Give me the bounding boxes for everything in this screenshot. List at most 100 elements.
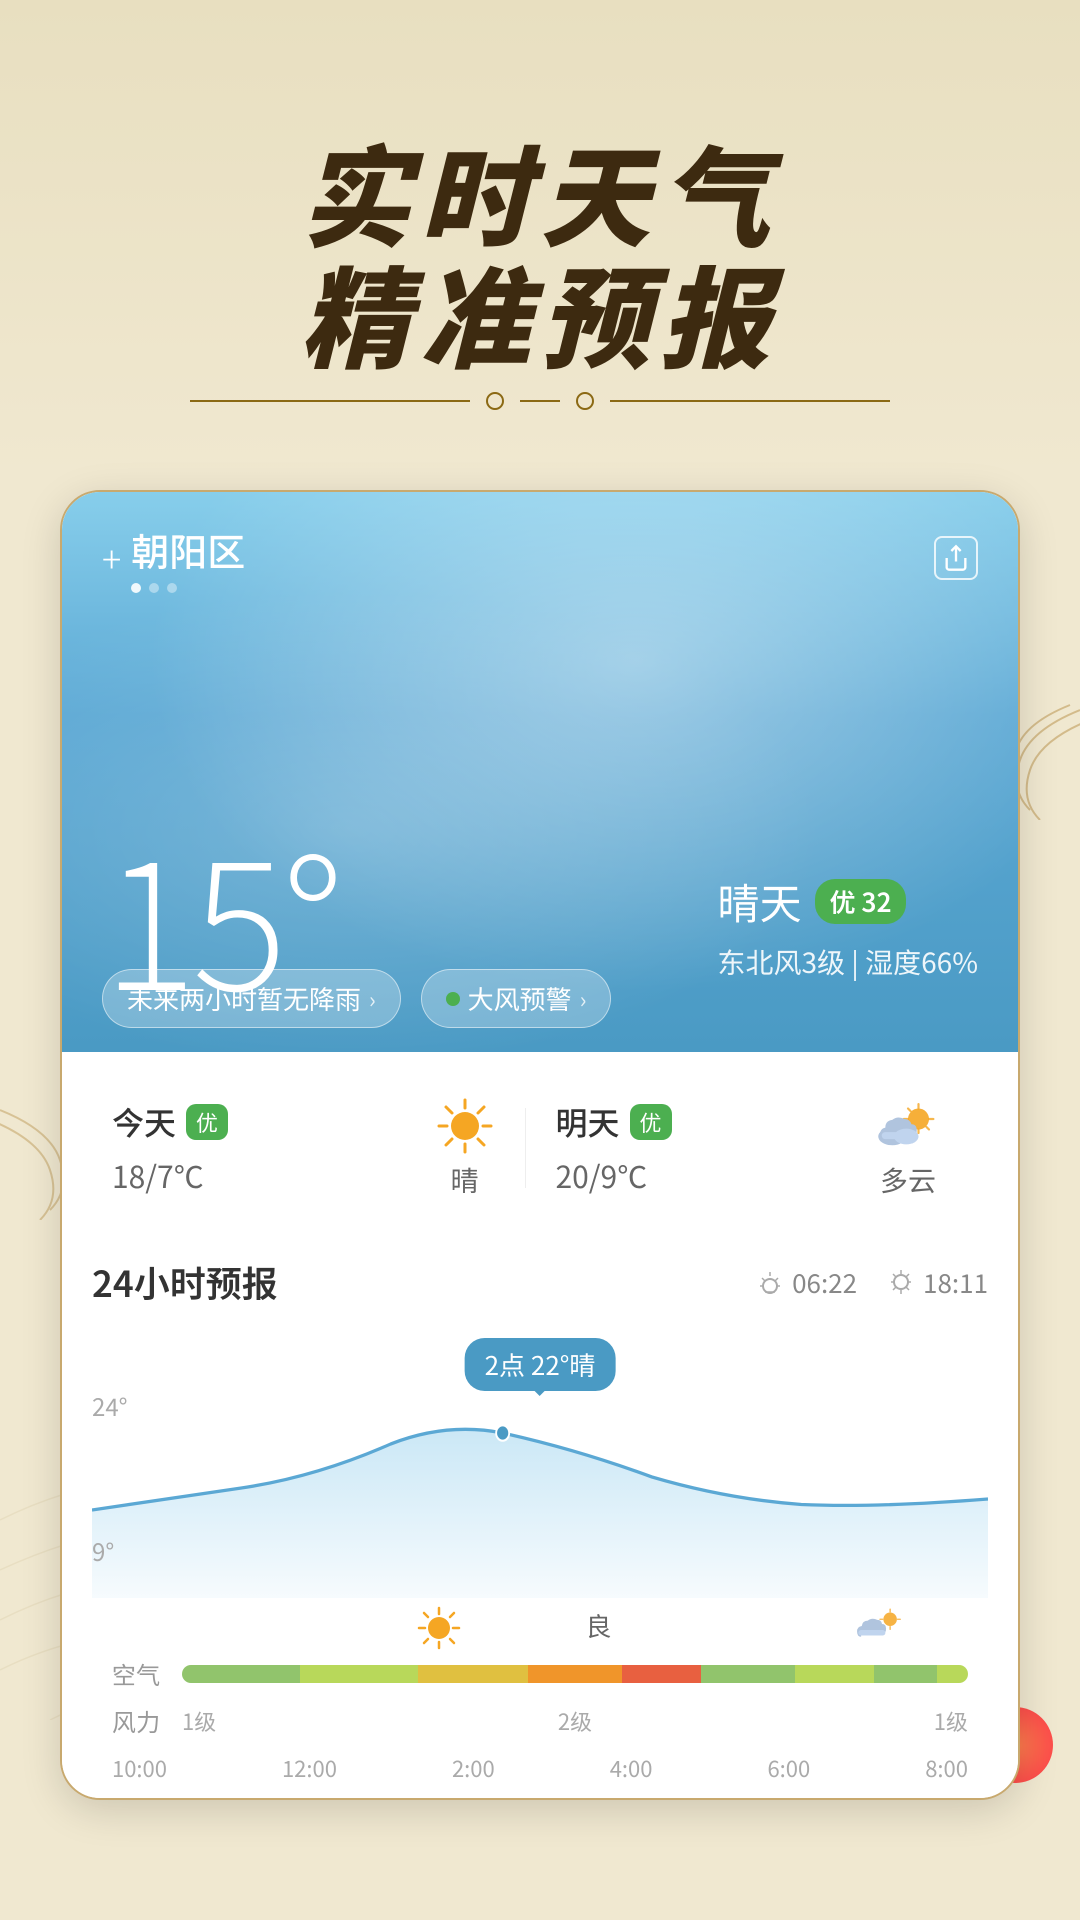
air-seg-8: [874, 1665, 937, 1683]
tomorrow-day-row: 明天 优: [556, 1099, 672, 1145]
time-400: 4:00: [610, 1752, 653, 1784]
chart-sun-icon: [414, 1603, 464, 1653]
weather-detail: 东北风3级 | 湿度66%: [717, 942, 978, 982]
wind-level-5: 1级: [934, 1705, 968, 1737]
separator: |: [851, 942, 865, 982]
decorative-divider: [0, 392, 1080, 410]
air-seg-3: [418, 1665, 528, 1683]
divider-line-left: [190, 400, 470, 402]
dot-2: [149, 583, 159, 593]
location-name: 朝阳区: [131, 522, 245, 577]
air-seg-7: [795, 1665, 874, 1683]
divider-line-short: [520, 400, 560, 402]
wind-warning-alert[interactable]: 大风预警 ›: [421, 969, 612, 1028]
chart-y-labels: 24° 9°: [92, 1388, 128, 1568]
time-axis: 10:00 12:00 2:00 4:00 6:00 8:00: [92, 1748, 988, 1798]
air-quality-text: 良: [585, 1607, 611, 1644]
time-600: 6:00: [767, 1752, 810, 1784]
y-label-high: 24°: [92, 1388, 128, 1423]
aqi-value: 32: [861, 883, 891, 920]
temperature-chart: 2点 22°晴 24° 9°: [92, 1328, 988, 1648]
add-location-icon[interactable]: +: [102, 532, 121, 584]
today-forecast: 今天 优 18/7℃: [112, 1099, 405, 1197]
weather-header: + 朝阳区: [62, 492, 1018, 1052]
today-label: 今天: [112, 1099, 176, 1145]
weather-top-bar: + 朝阳区: [102, 522, 978, 593]
wind-warning-text: 大风预警: [468, 980, 572, 1017]
sunrise-time: 06:22: [756, 1264, 857, 1301]
condition-text: 晴天: [717, 871, 801, 932]
tomorrow-condition: 多云: [880, 1160, 936, 1200]
y-label-low: 9°: [92, 1533, 128, 1568]
tomorrow-badge: 优: [630, 1104, 672, 1140]
time-800: 8:00: [925, 1752, 968, 1784]
today-condition: 晴: [450, 1160, 478, 1200]
wind-info: 东北风3级: [717, 942, 845, 982]
time-200: 2:00: [452, 1752, 495, 1784]
sunrise-icon: [756, 1268, 784, 1296]
page-dots: [131, 583, 245, 593]
tomorrow-temp: 20/9℃: [556, 1153, 648, 1197]
tomorrow-icon-area: 多云: [848, 1096, 968, 1200]
divider-circle-right: [576, 392, 594, 410]
forecast-24h-title: 24小时预报: [92, 1256, 278, 1308]
wind-levels: 1级 2级 1级: [182, 1705, 968, 1737]
chart-icon-row: 良: [92, 1603, 988, 1653]
no-rain-text: 未来两小时暂无降雨: [127, 980, 361, 1017]
sunset-icon: [887, 1268, 915, 1296]
wind-row: 风力 1级 2级 1级: [92, 1699, 988, 1748]
today-temp: 18/7℃: [112, 1153, 204, 1197]
hero-section: 实时天气 精准预报: [0, 0, 1080, 480]
air-seg-2: [300, 1665, 418, 1683]
weather-info-panel: 晴天 优 32 东北风3级 | 湿度66%: [717, 871, 978, 982]
app-card: + 朝阳区: [60, 490, 1020, 1800]
temperature-chart-svg: [92, 1378, 988, 1598]
dot-3: [167, 583, 177, 593]
green-dot-icon: [446, 992, 460, 1006]
sun-icon: [435, 1096, 495, 1156]
air-quality-label-area: 良: [585, 1603, 611, 1653]
wind-label: 风力: [112, 1703, 172, 1738]
daily-forecast: 今天 优 18/7℃: [82, 1072, 998, 1224]
sunset-time: 18:11: [887, 1264, 988, 1301]
today-badge: 优: [186, 1104, 228, 1140]
share-icon[interactable]: [934, 536, 978, 580]
air-seg-6: [701, 1665, 795, 1683]
aqi-badge: 优 32: [815, 879, 905, 924]
aqi-label: 优: [829, 883, 855, 920]
no-rain-alert[interactable]: 未来两小时暂无降雨 ›: [102, 969, 401, 1028]
arrow-icon-1: ›: [369, 983, 376, 1015]
air-quality-row: 空气: [92, 1648, 988, 1699]
air-seg-1: [182, 1665, 300, 1683]
tomorrow-forecast: 明天 优 20/9℃: [526, 1099, 849, 1197]
dot-1: [131, 583, 141, 593]
app-card-wrapper: + 朝阳区: [0, 490, 1080, 1800]
sunrise-sunset-row: 06:22: [756, 1264, 988, 1301]
time-1000: 10:00: [112, 1752, 167, 1784]
air-label: 空气: [112, 1656, 172, 1691]
air-seg-4: [528, 1665, 622, 1683]
forecast-24h-header: 24小时预报: [92, 1256, 988, 1308]
wind-level-1: 1级: [182, 1705, 216, 1737]
today-day-row: 今天 优: [112, 1099, 228, 1145]
air-seg-5: [622, 1665, 701, 1683]
location-info: 朝阳区: [131, 522, 245, 593]
humidity-info: 湿度66%: [865, 942, 978, 982]
chart-tooltip: 2点 22°晴: [465, 1338, 616, 1391]
location-row: + 朝阳区: [102, 522, 245, 593]
air-seg-9: [937, 1665, 968, 1683]
sunrise-time-value: 06:22: [792, 1264, 857, 1301]
wind-level-3: 2级: [558, 1705, 592, 1737]
hero-title-sub: 精准预报: [300, 251, 780, 372]
divider-circle-left: [486, 392, 504, 410]
divider-line-right: [610, 400, 890, 402]
chart-cloud-sun-icon: [853, 1603, 907, 1649]
tomorrow-label: 明天: [556, 1099, 620, 1145]
forecast-24h-section: 24小时预报: [62, 1232, 1018, 1798]
alert-buttons: 未来两小时暂无降雨 › 大风预警 ›: [102, 969, 611, 1028]
air-quality-bar: [182, 1665, 968, 1683]
condition-row: 晴天 优 32: [717, 871, 978, 932]
sunset-time-value: 18:11: [923, 1264, 988, 1301]
time-1200: 12:00: [282, 1752, 337, 1784]
today-icon-area: 晴: [405, 1096, 525, 1200]
